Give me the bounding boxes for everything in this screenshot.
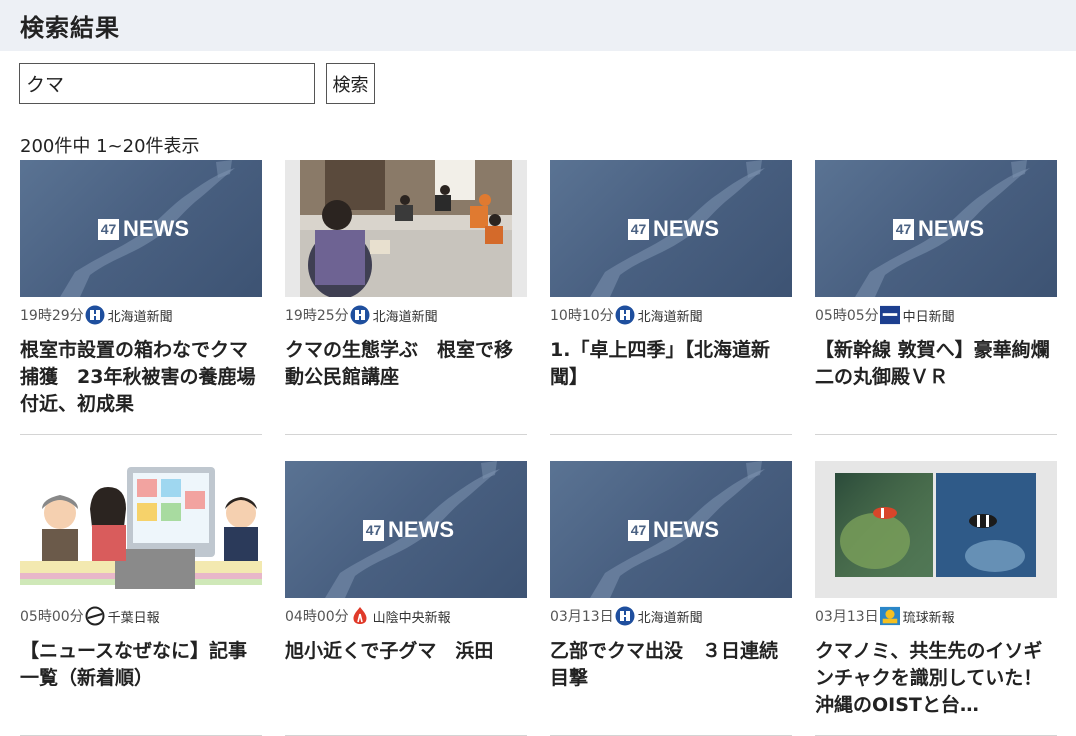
47news-logo: 47 NEWS [363, 517, 454, 543]
result-meta: 03月13日 北海道新聞 [550, 605, 792, 627]
newscasters-illustration-thumbnail[interactable] [20, 461, 262, 598]
result-card[interactable]: 19時25分 北海道新聞 クマの生態学ぶ 根室で移動公民館講座 [285, 160, 527, 435]
result-source: 北海道新聞 [107, 309, 173, 325]
chiba-nippo-icon [85, 606, 105, 626]
47news-thumbnail[interactable]: 47 NEWS [20, 160, 262, 297]
result-time: 03月13日 [550, 609, 614, 625]
result-title[interactable]: クマノミ、共生先のイソギンチャクを識別していた！ 沖縄のOISTと台… [815, 638, 1057, 719]
result-meta: 03月13日 琉球新報 [815, 605, 1057, 627]
result-source: 千葉日報 [107, 610, 160, 626]
47news-logo: 47 NEWS [628, 517, 719, 543]
result-card[interactable]: 47 NEWS 19時29分 北海道新聞 根室市設置の箱わなでクマ捕獲 23年秋被… [20, 160, 262, 435]
result-source: 山陰中央新報 [372, 610, 451, 626]
page-header: 検索結果 [0, 0, 1076, 51]
result-time: 19時29分 [20, 308, 84, 324]
47news-thumbnail[interactable]: 47 NEWS [550, 461, 792, 598]
result-time: 05時05分 [815, 308, 879, 324]
47news-thumbnail[interactable]: 47 NEWS [285, 461, 527, 598]
result-source: 北海道新聞 [637, 610, 703, 626]
result-card[interactable]: 47 NEWS 03月13日 北海道新聞 乙部でクマ出没 ３日連続目撃 [550, 461, 792, 736]
result-title[interactable]: 【新幹線 敦賀へ】豪華絢爛 二の丸御殿ＶＲ [815, 337, 1057, 391]
search-bar: 検索 [19, 63, 375, 104]
result-meta: 19時25分 北海道新聞 [285, 304, 527, 326]
result-card[interactable]: 03月13日 琉球新報 クマノミ、共生先のイソギンチャクを識別していた！ 沖縄の… [815, 461, 1057, 736]
result-card[interactable]: 05時00分 千葉日報 【ニュースなぜなに】記事一覧（新着順） [20, 461, 262, 736]
hokkaido-shimbun-icon [350, 305, 370, 325]
page-title: 検索結果 [20, 14, 120, 42]
results-grid: 47 NEWS 19時29分 北海道新聞 根室市設置の箱わなでクマ捕獲 23年秋被… [20, 160, 1057, 736]
result-title[interactable]: 乙部でクマ出没 ３日連続目撃 [550, 638, 792, 692]
result-title[interactable]: 根室市設置の箱わなでクマ捕獲 23年秋被害の養鹿場付近、初成果 [20, 337, 262, 418]
result-count: 200件中 1~20件表示 [20, 136, 200, 157]
result-time: 05時00分 [20, 609, 84, 625]
47news-logo: 47 NEWS [98, 216, 189, 242]
search-button[interactable]: 検索 [326, 63, 375, 104]
47news-thumbnail[interactable]: 47 NEWS [550, 160, 792, 297]
result-meta: 19時29分 北海道新聞 [20, 304, 262, 326]
result-source: 中日新聞 [902, 309, 955, 325]
47news-logo: 47 NEWS [893, 216, 984, 242]
result-time: 04時00分 [285, 609, 349, 625]
result-source: 琉球新報 [902, 610, 955, 626]
result-card[interactable]: 47 NEWS 10時10分 北海道新聞 1.「卓上四季」【北海道新聞】 [550, 160, 792, 435]
result-time: 19時25分 [285, 308, 349, 324]
result-meta: 05時00分 千葉日報 [20, 605, 262, 627]
result-card[interactable]: 47 NEWS 05時05分 中日新聞 【新幹線 敦賀へ】豪華絢爛 二の丸御殿ＶＲ [815, 160, 1057, 435]
result-title[interactable]: 旭小近くで子グマ 浜田 [285, 638, 527, 665]
clownfish-photo-thumbnail[interactable] [815, 461, 1057, 598]
result-title[interactable]: クマの生態学ぶ 根室で移動公民館講座 [285, 337, 527, 391]
chunichi-shimbun-icon [879, 305, 900, 325]
result-time: 10時10分 [550, 308, 614, 324]
result-title[interactable]: 【ニュースなぜなに】記事一覧（新着順） [20, 638, 262, 692]
result-meta: 05時05分 中日新聞 [815, 304, 1057, 326]
47news-logo: 47 NEWS [628, 216, 719, 242]
hokkaido-shimbun-icon [85, 305, 105, 325]
result-meta: 04時00分 山陰中央新報 [285, 605, 527, 627]
result-time: 03月13日 [815, 609, 879, 625]
hokkaido-shimbun-icon [615, 606, 635, 626]
47news-thumbnail[interactable]: 47 NEWS [815, 160, 1057, 297]
result-meta: 10時10分 北海道新聞 [550, 304, 792, 326]
meeting-photo-thumbnail[interactable] [285, 160, 527, 297]
ryukyu-shimpo-icon [879, 606, 900, 626]
result-title[interactable]: 1.「卓上四季」【北海道新聞】 [550, 337, 792, 391]
result-source: 北海道新聞 [637, 309, 703, 325]
result-card[interactable]: 47 NEWS 04時00分 山陰中央新報 旭小近くで子グマ 浜田 [285, 461, 527, 736]
sanin-chuo-shimpo-icon [353, 607, 367, 624]
hokkaido-shimbun-icon [615, 305, 635, 325]
result-source: 北海道新聞 [372, 309, 438, 325]
search-input[interactable] [19, 63, 315, 104]
